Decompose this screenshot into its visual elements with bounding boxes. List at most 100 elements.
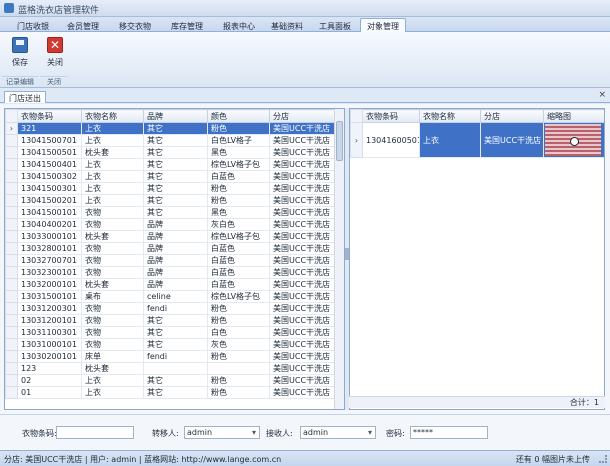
table-cell[interactable]: 上衣 (419, 122, 481, 158)
table-row[interactable]: 13032700701 衣物 品牌 白蓝色 美国UCC干洗店 (5, 254, 337, 267)
column-header-thumbnail[interactable]: 缩略图 (543, 109, 604, 123)
password-field[interactable]: ***** (410, 426, 488, 439)
table-cell[interactable]: 粉色 (207, 194, 270, 207)
table-cell[interactable]: 棕色LV格子包 (207, 290, 270, 303)
table-cell[interactable]: 粉色 (207, 314, 270, 327)
table-cell[interactable]: 衣物 (81, 302, 144, 315)
table-cell[interactable]: 13032800101 (17, 242, 82, 255)
table-cell[interactable]: 321 (17, 122, 82, 135)
table-row[interactable]: 13041500401 上衣 其它 棕色LV格子包 美国UCC干洗店 (5, 158, 337, 171)
barcode-input[interactable] (56, 426, 134, 439)
table-row[interactable]: 13031200101 衣物 其它 粉色 美国UCC干洗店 (5, 314, 337, 327)
table-cell[interactable]: 上衣 (81, 374, 144, 387)
table-row[interactable]: 13041500701 上衣 其它 白色LV格子 美国UCC干洗店 (5, 134, 337, 147)
table-cell[interactable]: 衣物 (81, 242, 144, 255)
table-cell[interactable]: 白蓝色 (207, 278, 270, 291)
scroll-thumb[interactable] (336, 121, 343, 161)
table-cell[interactable]: 上衣 (81, 194, 144, 207)
table-cell[interactable]: 灰白色 (207, 218, 270, 231)
table-cell[interactable]: 上衣 (81, 134, 144, 147)
table-cell[interactable]: 其它 (143, 182, 208, 195)
table-row[interactable]: 13040400201 衣物 品牌 灰白色 美国UCC干洗店 (5, 218, 337, 231)
receiver-select[interactable]: admin (300, 426, 376, 439)
table-cell[interactable]: 13030200101 (17, 350, 82, 363)
column-header-barcode[interactable]: 衣物条码 (362, 109, 420, 123)
tab-tools-panel[interactable]: 工具面板 (312, 18, 358, 32)
table-cell[interactable]: 白色LV格子 (207, 134, 270, 147)
table-row[interactable]: 13041500501 枕头套 其它 黑色 美国UCC干洗店 (5, 146, 337, 159)
table-cell[interactable]: 其它 (143, 146, 208, 159)
table-cell[interactable]: 美国UCC干洗店 (269, 302, 337, 315)
table-row[interactable]: 02 上衣 其它 粉色 美国UCC干洗店 (5, 374, 337, 387)
table-cell[interactable]: 枕头套 (81, 278, 144, 291)
table-cell[interactable]: 13031500101 (17, 290, 82, 303)
document-close-icon[interactable]: × (598, 90, 606, 100)
table-cell[interactable]: 品牌 (143, 266, 208, 279)
table-cell[interactable]: 13041500201 (17, 194, 82, 207)
table-cell[interactable]: 13041500701 (17, 134, 82, 147)
table-cell[interactable]: 13041500401 (17, 158, 82, 171)
table-row[interactable]: 13041500201 上衣 其它 粉色 美国UCC干洗店 (5, 194, 337, 207)
table-cell[interactable]: 123 (17, 362, 82, 375)
table-cell[interactable]: 其它 (143, 374, 208, 387)
table-cell[interactable]: 枕头套 (81, 362, 144, 375)
table-cell[interactable]: 13041500301 (17, 182, 82, 195)
table-cell[interactable]: 桌布 (81, 290, 144, 303)
table-cell[interactable]: 其它 (143, 122, 208, 135)
table-cell[interactable]: 上衣 (81, 170, 144, 183)
table-cell[interactable]: 白色 (207, 326, 270, 339)
table-cell[interactable]: 衣物 (81, 314, 144, 327)
tab-inventory-management[interactable]: 库存管理 (164, 18, 210, 32)
table-cell[interactable]: 美国UCC干洗店 (269, 350, 337, 363)
table-row[interactable]: 13031500101 桌布 celine 棕色LV格子包 美国UCC干洗店 (5, 290, 337, 303)
table-cell[interactable]: 衣物 (81, 206, 144, 219)
table-row[interactable]: 13031200301 衣物 fendi 粉色 美国UCC干洗店 (5, 302, 337, 315)
table-cell[interactable]: 13041500302 (17, 170, 82, 183)
right-grid[interactable]: 衣物条码 衣物名称 分店 缩略图 › 13041600501 上衣 美国UCC干… (349, 108, 605, 410)
table-cell[interactable]: 13040400201 (17, 218, 82, 231)
table-row[interactable]: 13032800101 衣物 品牌 白蓝色 美国UCC干洗店 (5, 242, 337, 255)
tab-report-center[interactable]: 报表中心 (216, 18, 262, 32)
table-cell[interactable]: 黑色 (207, 146, 270, 159)
column-header-name[interactable]: 衣物名称 (419, 109, 481, 123)
tab-object-management[interactable]: 对象管理 (360, 18, 406, 32)
column-header-color[interactable]: 颜色 (207, 109, 270, 123)
table-cell[interactable]: 床单 (81, 350, 144, 363)
table-cell[interactable]: 13031200101 (17, 314, 82, 327)
column-header-barcode[interactable]: 衣物条码 (17, 109, 82, 123)
table-cell[interactable]: 粉色 (207, 386, 270, 399)
table-cell[interactable]: 灰色 (207, 338, 270, 351)
table-cell[interactable]: 衣物 (81, 266, 144, 279)
table-cell[interactable]: 棕色LV格子包 (207, 230, 270, 243)
table-cell[interactable]: 粉色 (207, 374, 270, 387)
close-button[interactable]: ✕ 关闭 (43, 35, 67, 71)
table-cell[interactable]: 品牌 (143, 230, 208, 243)
table-cell[interactable]: 美国UCC干洗店 (269, 194, 337, 207)
table-cell[interactable]: 黑色 (207, 206, 270, 219)
table-cell[interactable]: 粉色 (207, 122, 270, 135)
table-cell[interactable]: 美国UCC干洗店 (269, 254, 337, 267)
table-row[interactable]: 13031000101 衣物 其它 灰色 美国UCC干洗店 (5, 338, 337, 351)
table-cell[interactable]: 美国UCC干洗店 (269, 338, 337, 351)
table-row[interactable]: 123 枕头套 美国UCC干洗店 (5, 362, 337, 375)
table-cell[interactable]: 枕头套 (81, 230, 144, 243)
table-row[interactable]: 13031100301 衣物 其它 白色 美国UCC干洗店 (5, 326, 337, 339)
table-cell[interactable]: fendi (143, 350, 208, 363)
table-cell[interactable]: 13041500101 (17, 206, 82, 219)
table-cell[interactable]: 美国UCC干洗店 (269, 386, 337, 399)
table-cell[interactable]: 衣物 (81, 326, 144, 339)
table-cell[interactable]: 品牌 (143, 242, 208, 255)
table-cell[interactable]: 美国UCC干洗店 (269, 122, 337, 135)
table-row[interactable]: 13041500101 衣物 其它 黑色 美国UCC干洗店 (5, 206, 337, 219)
table-cell[interactable]: 其它 (143, 314, 208, 327)
table-cell[interactable]: 美国UCC干洗店 (269, 206, 337, 219)
tab-basic-data[interactable]: 基础资料 (264, 18, 310, 32)
table-cell[interactable]: 13041600501 (362, 122, 420, 158)
table-cell[interactable]: 美国UCC干洗店 (269, 134, 337, 147)
table-row[interactable]: 13041500302 上衣 其它 白蓝色 美国UCC干洗店 (5, 170, 337, 183)
table-cell[interactable]: 棕色LV格子包 (207, 158, 270, 171)
table-row[interactable]: 13041500301 上衣 其它 粉色 美国UCC干洗店 (5, 182, 337, 195)
table-cell[interactable]: fendi (143, 302, 208, 315)
table-cell[interactable]: 粉色 (207, 302, 270, 315)
table-cell[interactable]: 粉色 (207, 350, 270, 363)
